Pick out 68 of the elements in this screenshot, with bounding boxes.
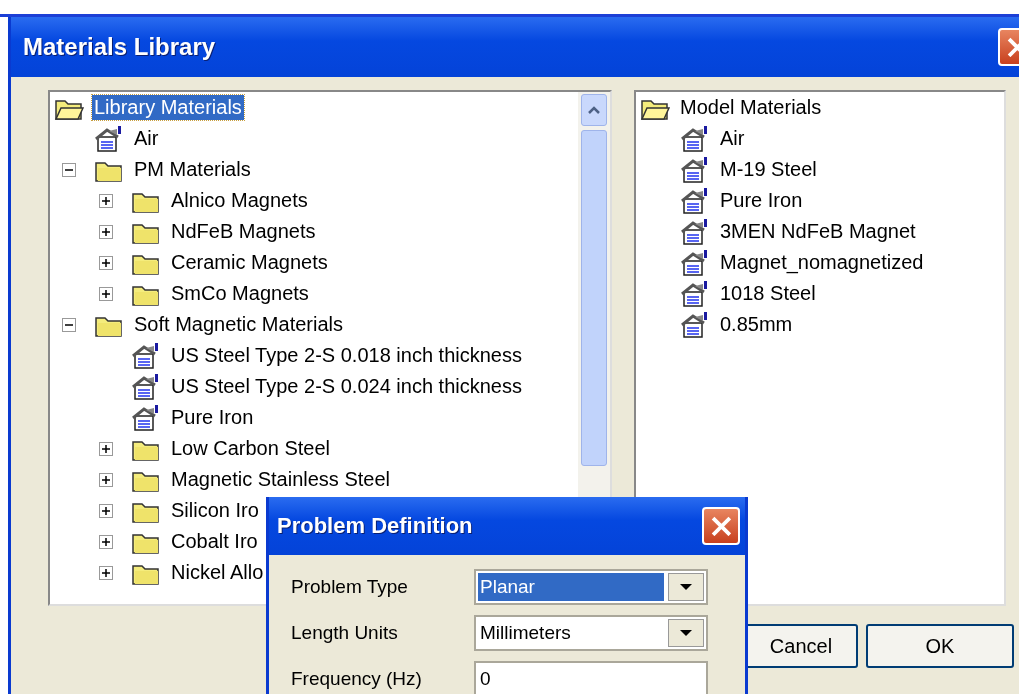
close-icon [710, 515, 732, 537]
tree-item[interactable]: Cobalt Iro [169, 529, 260, 554]
plus-icon [101, 226, 111, 237]
plus-icon [101, 288, 111, 299]
tree-item[interactable]: Nickel Allo [169, 560, 266, 585]
material-icon [131, 403, 161, 432]
plus-icon [101, 443, 111, 454]
tree-item[interactable]: Low Carbon Steel [169, 436, 332, 461]
material-icon [680, 279, 710, 308]
caret-icon [679, 629, 693, 637]
close-button[interactable] [702, 507, 740, 545]
tree-item[interactable]: Magnetic Stainless Steel [169, 467, 392, 492]
expander-toggle[interactable] [99, 224, 113, 239]
tree-item[interactable]: 1018 Steel [718, 281, 818, 306]
material-icon [131, 372, 161, 401]
field-label: Frequency (Hz) [291, 668, 423, 690]
material-icon [94, 124, 124, 153]
plus-icon [101, 505, 111, 516]
plus-icon [101, 257, 111, 268]
tree-item[interactable]: Pure Iron [169, 405, 256, 430]
expander-toggle[interactable] [99, 565, 113, 580]
expander-toggle[interactable] [62, 317, 76, 332]
plus-icon [101, 536, 111, 547]
expander-toggle[interactable] [62, 162, 76, 177]
tree-item[interactable]: Model Materials [678, 95, 824, 120]
expander-toggle[interactable] [99, 441, 113, 456]
window-title: Materials Library [23, 33, 217, 61]
expander-toggle[interactable] [99, 286, 113, 301]
window-title: Problem Definition [277, 513, 474, 539]
input-field[interactable]: 0 [474, 661, 708, 694]
tree-item[interactable]: SmCo Magnets [169, 281, 311, 306]
tree-item[interactable]: Air [132, 126, 161, 151]
material-icon [680, 310, 710, 339]
field-label: Problem Type [291, 576, 409, 598]
tree-item[interactable]: US Steel Type 2-S 0.018 inch thickness [169, 343, 524, 368]
tree-item[interactable]: Ceramic Magnets [169, 250, 330, 275]
tree-item[interactable]: PM Materials [132, 157, 253, 182]
material-icon [680, 248, 710, 277]
tree-item[interactable]: Silicon Iro [169, 498, 261, 523]
tree-item[interactable]: Pure Iron [718, 188, 805, 213]
expander-toggle[interactable] [99, 193, 113, 208]
material-icon [680, 186, 710, 215]
tree-item[interactable]: Library Materials [92, 95, 244, 120]
tree-item[interactable]: 3MEN NdFeB Magnet [718, 219, 918, 244]
caret-icon [679, 583, 693, 591]
dropdown[interactable]: Millimeters [474, 615, 708, 651]
expander-toggle[interactable] [99, 534, 113, 549]
material-icon [680, 124, 710, 153]
expander-toggle[interactable] [99, 503, 113, 518]
dialog-button[interactable]: OK [866, 624, 1014, 668]
material-icon [131, 341, 161, 370]
field-label: Length Units [291, 622, 399, 644]
plus-icon [101, 195, 111, 206]
plus-icon [101, 474, 111, 485]
tree-item[interactable]: Alnico Magnets [169, 188, 310, 213]
tree-item[interactable]: Air [718, 126, 747, 151]
expander-toggle[interactable] [99, 255, 113, 270]
tree-item[interactable]: Magnet_nomagnetized [718, 250, 926, 275]
plus-icon [101, 567, 111, 578]
material-icon [680, 155, 710, 184]
expander-toggle[interactable] [99, 472, 113, 487]
tree-item[interactable]: 0.85mm [718, 312, 795, 337]
tree-item[interactable]: M-19 Steel [718, 157, 819, 182]
tree-item[interactable]: US Steel Type 2-S 0.024 inch thickness [169, 374, 524, 399]
dropdown[interactable]: Planar [474, 569, 708, 605]
tree-item[interactable]: NdFeB Magnets [169, 219, 318, 244]
tree-item[interactable]: Soft Magnetic Materials [132, 312, 345, 337]
material-icon [680, 217, 710, 246]
